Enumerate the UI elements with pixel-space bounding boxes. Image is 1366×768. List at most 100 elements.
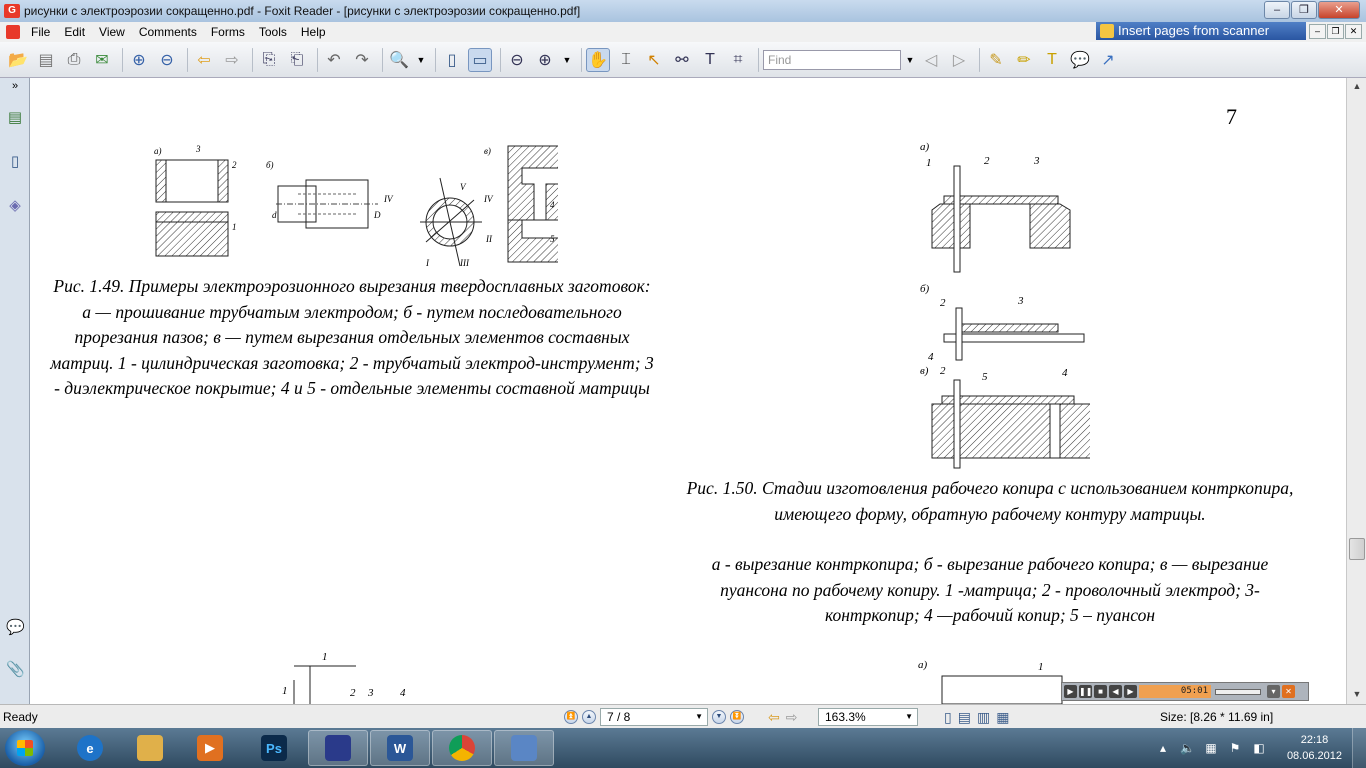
pencil-tool-icon[interactable]: ✏ [1012, 48, 1036, 72]
find-dropdown-icon[interactable]: ▼ [905, 48, 915, 72]
history-forward-icon[interactable]: ⇨ [786, 709, 798, 726]
find-previous-icon[interactable]: ◁ [919, 48, 943, 72]
menu-forms[interactable]: Forms [204, 25, 252, 39]
find-input[interactable]: Find [763, 49, 901, 70]
foxit-app-icon[interactable]: G [4, 4, 20, 18]
action-center-icon[interactable]: ⚑ [1228, 741, 1242, 755]
first-page-icon[interactable]: ⏫ [564, 710, 578, 724]
zoom-level-select[interactable]: 163.3% ▼ [818, 708, 918, 726]
save-icon[interactable]: ▤ [34, 48, 58, 72]
fig149-num-3: 3 [195, 144, 201, 154]
forward-arrow-icon[interactable]: ⇨ [220, 48, 244, 72]
menu-tools[interactable]: Tools [252, 25, 294, 39]
next-page-icon-status[interactable]: ▼ [712, 710, 726, 724]
pages-thumbnails-icon[interactable]: ▯ [6, 152, 24, 172]
maximize-button[interactable]: ❐ [1291, 1, 1317, 19]
menu-help[interactable]: Help [294, 25, 333, 39]
volume-slider[interactable] [1215, 688, 1261, 695]
next-track-icon[interactable]: ▶ [1124, 685, 1137, 698]
taskbar-chrome[interactable] [432, 730, 492, 766]
next-page-icon[interactable]: ⊖ [155, 48, 179, 72]
zoom-level-dropdown-icon[interactable]: ▼ [561, 48, 573, 72]
taskbar-file-explorer[interactable] [120, 730, 180, 766]
play-icon[interactable]: ▶ [1064, 685, 1077, 698]
scroll-thumb[interactable] [1349, 538, 1365, 560]
menu-file[interactable]: File [24, 25, 57, 39]
snapshot-icon[interactable]: ⌗ [726, 48, 750, 72]
menu-comments[interactable]: Comments [132, 25, 204, 39]
start-button[interactable] [5, 730, 45, 766]
show-hidden-icons-icon[interactable]: ▴ [1156, 741, 1170, 755]
taskbar-foxit-reader[interactable] [494, 730, 554, 766]
network-icon[interactable]: ▦ [1204, 741, 1218, 755]
continuous-icon[interactable]: ▤ [958, 709, 971, 726]
volume-icon[interactable]: 🔈 [1180, 741, 1195, 755]
taskbar-media-player[interactable]: ▶ [180, 730, 240, 766]
callout-tool-icon[interactable]: 💬 [1068, 48, 1092, 72]
menu-edit[interactable]: Edit [57, 25, 92, 39]
history-back-icon[interactable]: ⇦ [768, 709, 780, 726]
previous-track-icon[interactable]: ◀ [1109, 685, 1122, 698]
email-icon[interactable]: ✉ [90, 48, 114, 72]
document-view[interactable]: 7 а) 3 2 1 б) d D IV IV II III I V в) 4 … [30, 78, 1346, 704]
note-tool-icon[interactable]: ✎ [984, 48, 1008, 72]
attachments-icon[interactable]: 📎 [6, 660, 25, 680]
fit-page-icon[interactable]: ▯ [440, 48, 464, 72]
player-menu-icon[interactable]: ▾ [1267, 685, 1280, 698]
doc-close-button[interactable]: ✕ [1345, 24, 1362, 39]
comments-panel-icon[interactable]: 💬 [6, 618, 25, 638]
clock[interactable]: 22:18 08.06.2012 [1287, 732, 1342, 764]
typewriter-icon[interactable]: T [698, 48, 722, 72]
redo-icon[interactable]: ↷ [350, 48, 374, 72]
find-binoculars-icon[interactable]: ⚯ [670, 48, 694, 72]
vertical-scrollbar[interactable]: ▲ ▼ [1346, 78, 1366, 704]
taskbar-internet-explorer[interactable]: e [60, 730, 120, 766]
previous-page-icon-status[interactable]: ▲ [582, 710, 596, 724]
extract-pages-icon[interactable]: ⎘ [257, 48, 281, 72]
pause-icon[interactable]: ❚❚ [1079, 685, 1092, 698]
back-arrow-icon[interactable]: ⇦ [192, 48, 216, 72]
page-dropdown-icon[interactable]: ▼ [695, 709, 703, 725]
taskbar-word[interactable]: W [370, 730, 430, 766]
language-icon[interactable]: ◧ [1252, 741, 1266, 755]
zoom-tool-icon[interactable]: 🔍 [387, 48, 411, 72]
scroll-up-icon[interactable]: ▲ [1349, 78, 1365, 94]
insert-pages-from-scanner-button[interactable]: Insert pages from scanner [1096, 22, 1306, 40]
player-close-icon[interactable]: ✕ [1282, 685, 1295, 698]
hand-tool-icon[interactable]: ✋ [586, 47, 610, 72]
select-annotation-icon[interactable]: ↖ [642, 48, 666, 72]
select-text-icon[interactable]: ⌶ [614, 48, 638, 72]
bookmarks-icon[interactable]: ▤ [6, 108, 24, 128]
single-page-icon[interactable]: ▯ [944, 709, 952, 726]
continuous-facing-icon[interactable]: ▦ [996, 709, 1009, 726]
menu-view[interactable]: View [92, 25, 132, 39]
textbox-tool-icon[interactable]: T [1040, 48, 1064, 72]
show-desktop-button[interactable] [1352, 728, 1366, 768]
fit-width-icon[interactable]: ▭ [468, 47, 492, 72]
panel-expand-icon[interactable]: » [6, 80, 24, 100]
layers-icon[interactable]: ◈ [6, 196, 24, 216]
doc-minimize-button[interactable]: – [1309, 24, 1326, 39]
zoom-dropdown-icon[interactable]: ▼ [415, 48, 427, 72]
undo-icon[interactable]: ↶ [322, 48, 346, 72]
last-page-icon[interactable]: ⏬ [730, 710, 744, 724]
taskbar-save-disk[interactable] [308, 730, 368, 766]
doc-restore-button[interactable]: ❐ [1327, 24, 1344, 39]
taskbar-photoshop[interactable]: Ps [244, 730, 304, 766]
print-icon[interactable]: ⎙ [62, 48, 86, 72]
zoom-select-dropdown-icon[interactable]: ▼ [905, 709, 913, 725]
scroll-down-icon[interactable]: ▼ [1349, 686, 1365, 702]
document-icon[interactable] [6, 25, 20, 39]
zoom-out-icon[interactable]: ⊖ [505, 48, 529, 72]
arrow-tool-icon[interactable]: ↗ [1096, 48, 1120, 72]
minimize-button[interactable]: – [1264, 1, 1290, 19]
page-number-input[interactable]: 7 / 8 ▼ [600, 708, 708, 726]
facing-icon[interactable]: ▥ [977, 709, 990, 726]
find-next-icon[interactable]: ▷ [947, 48, 971, 72]
stop-icon[interactable]: ■ [1094, 685, 1107, 698]
previous-page-icon[interactable]: ⊕ [127, 48, 151, 72]
zoom-in-icon[interactable]: ⊕ [533, 48, 557, 72]
insert-pages-icon[interactable]: ⎗ [285, 48, 309, 72]
open-icon[interactable]: 📂 [6, 48, 30, 72]
close-button[interactable]: ✕ [1318, 1, 1360, 19]
